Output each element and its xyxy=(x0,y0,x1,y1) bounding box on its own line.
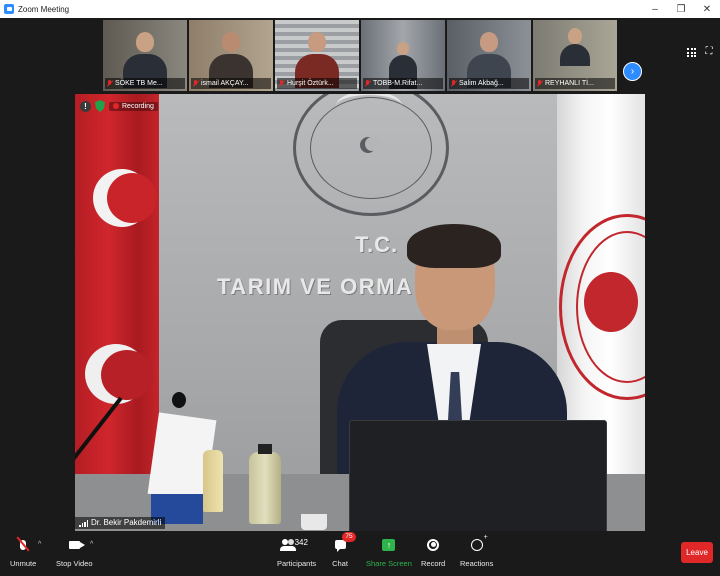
participants-icon xyxy=(279,538,296,551)
audio-options-caret[interactable]: ^ xyxy=(38,541,41,548)
record-icon xyxy=(427,538,440,551)
participants-count: 342 xyxy=(294,538,308,547)
record-button[interactable]: Record xyxy=(421,536,445,568)
participant-name: Hurşit Öztürk... xyxy=(287,80,334,87)
active-speaker-video: T.C. TARIM VE ORMA NLIĞI ! Recording Dr.… xyxy=(75,94,645,531)
participant-label: TOBB-M.Rifat... xyxy=(363,78,443,89)
video-options-caret[interactable]: ^ xyxy=(90,541,93,548)
reactions-button[interactable]: Reactions xyxy=(460,534,494,569)
fullscreen-icon[interactable]: ⛶ xyxy=(704,47,714,57)
participant-label: ismail AKÇAY... xyxy=(191,78,271,89)
participant-tile[interactable]: SÖKE TB Me... xyxy=(103,20,187,91)
unmute-label: Unmute xyxy=(10,559,37,568)
meeting-status-icons: ! Recording xyxy=(80,100,158,112)
speaker-name: Dr. Bekir Pakdemirli xyxy=(91,518,162,527)
mic-muted-icon xyxy=(536,79,543,88)
gallery-view-icon[interactable] xyxy=(687,48,696,57)
info-icon[interactable]: ! xyxy=(80,100,91,112)
share-screen-button[interactable]: ↑ Share Screen xyxy=(366,536,412,568)
participant-name: ismail AKÇAY... xyxy=(201,80,249,87)
participant-name: Salim Akbağ... xyxy=(459,80,504,87)
video-camera-icon xyxy=(68,540,85,549)
chat-badge: 75 xyxy=(342,532,356,542)
stop-video-button[interactable]: Stop Video xyxy=(56,536,93,568)
chat-label: Chat xyxy=(332,559,348,568)
record-dot-icon xyxy=(113,103,119,109)
participant-label: Salim Akbağ... xyxy=(449,78,529,89)
share-screen-icon: ↑ xyxy=(382,538,396,551)
record-label: Record xyxy=(421,559,446,568)
minimize-button[interactable]: – xyxy=(642,0,668,18)
signal-icon xyxy=(79,519,88,527)
mic-muted-icon xyxy=(192,79,199,88)
mic-muted-icon xyxy=(278,79,285,88)
participant-tile[interactable]: REYHANLI Tİ... xyxy=(533,20,617,91)
participant-label: SÖKE TB Me... xyxy=(105,78,185,89)
participants-button[interactable]: 342 Participants xyxy=(277,536,316,568)
participant-name: TOBB-M.Rifat... xyxy=(373,80,423,87)
reactions-label: Reactions xyxy=(460,559,494,568)
stop-video-label: Stop Video xyxy=(56,559,93,568)
security-shield-icon[interactable] xyxy=(95,100,105,112)
zoom-app-icon xyxy=(4,4,14,14)
participant-name: SÖKE TB Me... xyxy=(115,80,163,87)
meeting-toolbar: Unmute ^ Stop Video ^ 342 Participants 7… xyxy=(0,531,720,576)
participant-tile[interactable]: Salim Akbağ... xyxy=(447,20,531,91)
participant-name: REYHANLI Tİ... xyxy=(545,80,594,87)
share-screen-label: Share Screen xyxy=(366,559,412,568)
reactions-icon xyxy=(470,534,488,551)
laptop xyxy=(349,420,607,531)
speaker-name-label: Dr. Bekir Pakdemirli xyxy=(75,517,166,529)
leave-button[interactable]: Leave xyxy=(681,542,713,563)
participant-label: REYHANLI Tİ... xyxy=(535,78,615,89)
wall-text-tc: T.C. xyxy=(355,232,399,257)
participant-label: Hurşit Öztürk... xyxy=(277,78,357,89)
recording-indicator: Recording xyxy=(109,101,158,111)
window-title: Zoom Meeting xyxy=(18,4,70,14)
mic-muted-icon xyxy=(450,79,457,88)
recording-label: Recording xyxy=(122,102,154,110)
water-bottle xyxy=(249,444,281,524)
mic-muted-icon xyxy=(364,79,371,88)
restore-button[interactable]: ❐ xyxy=(668,0,694,18)
participant-tile[interactable]: Hurşit Öztürk... xyxy=(275,20,359,91)
chat-button[interactable]: 75 Chat xyxy=(330,532,356,568)
chevron-right-icon[interactable]: › xyxy=(623,62,642,81)
mic-muted-icon xyxy=(106,79,113,88)
title-bar: Zoom Meeting – ❐ ✕ xyxy=(0,0,720,18)
window-controls: – ❐ ✕ xyxy=(642,0,720,18)
participants-label: Participants xyxy=(277,559,317,568)
unmute-button[interactable]: Unmute xyxy=(10,536,36,568)
participant-tile[interactable]: TOBB-M.Rifat... xyxy=(361,20,445,91)
gallery-strip: SÖKE TB Me... ismail AKÇAY... Hurşit Özt… xyxy=(0,18,720,93)
close-button[interactable]: ✕ xyxy=(694,0,720,18)
turkish-flag xyxy=(75,94,159,531)
participant-tile[interactable]: ismail AKÇAY... xyxy=(189,20,273,91)
